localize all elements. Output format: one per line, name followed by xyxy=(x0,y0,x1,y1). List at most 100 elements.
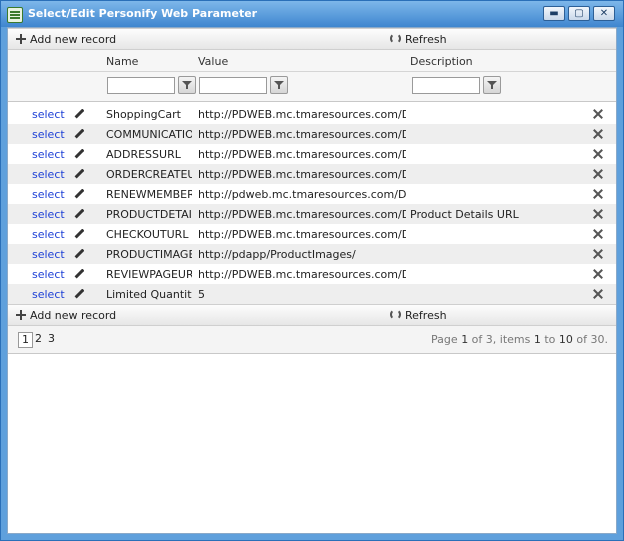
header-value[interactable]: Value xyxy=(198,55,228,68)
pager-of-label: of 3, items xyxy=(468,333,534,346)
select-link[interactable]: select xyxy=(32,288,65,301)
select-link[interactable]: select xyxy=(32,108,65,121)
row-value: http://PDWEB.mc.tmaresources.com/DEMO_O xyxy=(198,108,406,121)
row-name: REVIEWPAGEURL xyxy=(106,268,192,281)
pager-from: 1 xyxy=(533,333,541,346)
delete-x-icon[interactable] xyxy=(592,248,604,260)
grid-rows: select ShoppingCart http://PDWEB.mc.tmar… xyxy=(8,104,616,304)
delete-x-icon[interactable] xyxy=(592,148,604,160)
page-3-button[interactable]: 3 xyxy=(45,332,58,346)
select-link[interactable]: select xyxy=(32,208,65,221)
select-link[interactable]: select xyxy=(32,268,65,281)
value-filter-input[interactable] xyxy=(199,77,267,94)
row-name: ORDERCREATEURL xyxy=(106,168,192,181)
plus-icon xyxy=(16,310,26,320)
refresh-label: Refresh xyxy=(405,309,447,322)
edit-pencil-icon[interactable] xyxy=(74,209,84,219)
delete-x-icon[interactable] xyxy=(592,168,604,180)
row-value: http://pdapp/ProductImages/ xyxy=(198,248,356,261)
refresh-icon xyxy=(390,33,401,44)
delete-x-icon[interactable] xyxy=(592,288,604,300)
row-value: http://PDWEB.mc.tmaresources.com/DEMO_O xyxy=(198,168,406,181)
bottom-toolbar: Add new record Refresh xyxy=(8,304,616,326)
delete-x-icon[interactable] xyxy=(592,208,604,220)
plus-icon xyxy=(16,34,26,44)
table-row: select COMMUNICATION http://PDWEB.mc.tma… xyxy=(8,124,616,144)
maximize-button[interactable]: ▢ xyxy=(568,6,590,21)
refresh-button-bottom[interactable]: Refresh xyxy=(390,309,447,322)
row-name: ShoppingCart xyxy=(106,108,181,121)
table-row: select PRODUCTIMAGES http://pdapp/Produc… xyxy=(8,244,616,264)
add-record-button-top[interactable]: Add new record xyxy=(16,33,116,46)
minimize-button[interactable]: ▬ xyxy=(543,6,565,21)
select-link[interactable]: select xyxy=(32,248,65,261)
pager-to-label: to xyxy=(540,333,559,346)
dialog-window: Select/Edit Personify Web Parameter ▬ ▢ … xyxy=(0,0,624,541)
filter-row xyxy=(8,72,616,102)
delete-x-icon[interactable] xyxy=(592,128,604,140)
description-filter-icon[interactable] xyxy=(483,76,501,94)
window-title: Select/Edit Personify Web Parameter xyxy=(28,7,258,20)
close-button[interactable]: ✕ xyxy=(593,6,615,21)
row-value: http://PDWEB.mc.tmaresources.com/DEMO_O xyxy=(198,268,406,281)
table-row: select CHECKOUTURL http://PDWEB.mc.tmare… xyxy=(8,224,616,244)
description-filter-input[interactable] xyxy=(412,77,480,94)
page-1-button[interactable]: 1 xyxy=(18,332,33,348)
header-description[interactable]: Description xyxy=(410,55,473,68)
title-bar[interactable]: Select/Edit Personify Web Parameter ▬ ▢ … xyxy=(1,1,623,27)
table-row: select RENEWMEMBERSHI http://pdweb.mc.tm… xyxy=(8,184,616,204)
pager-total-label: of 30. xyxy=(572,333,608,346)
pager: 1 2 3 Page 1 of 3, items 1 to 10 of 30. xyxy=(8,326,616,354)
pager-page-label: Page xyxy=(431,333,462,346)
select-link[interactable]: select xyxy=(32,128,65,141)
table-row: select PRODUCTDETAILS http://PDWEB.mc.tm… xyxy=(8,204,616,224)
table-row: select ShoppingCart http://PDWEB.mc.tmar… xyxy=(8,104,616,124)
top-toolbar: Add new record Refresh xyxy=(8,28,616,50)
edit-pencil-icon[interactable] xyxy=(74,109,84,119)
delete-x-icon[interactable] xyxy=(592,268,604,280)
delete-x-icon[interactable] xyxy=(592,228,604,240)
refresh-icon xyxy=(390,309,401,320)
row-value: 5 xyxy=(198,288,205,301)
column-header: Name Value Description xyxy=(8,50,616,72)
edit-pencil-icon[interactable] xyxy=(74,229,84,239)
app-icon xyxy=(7,7,23,23)
edit-pencil-icon[interactable] xyxy=(74,189,84,199)
row-name: Limited Quantity xyxy=(106,288,192,301)
edit-pencil-icon[interactable] xyxy=(74,169,84,179)
table-row: select ORDERCREATEURL http://PDWEB.mc.tm… xyxy=(8,164,616,184)
row-name: RENEWMEMBERSHI xyxy=(106,188,192,201)
row-value: http://PDWEB.mc.tmaresources.com/DEMO_O xyxy=(198,228,406,241)
header-name[interactable]: Name xyxy=(106,55,138,68)
row-description: Product Details URL xyxy=(410,208,519,221)
row-name: PRODUCTIMAGES xyxy=(106,248,192,261)
value-filter-icon[interactable] xyxy=(270,76,288,94)
edit-pencil-icon[interactable] xyxy=(74,269,84,279)
edit-pencil-icon[interactable] xyxy=(74,149,84,159)
row-value: http://PDWEB.mc.tmaresources.com/DEMO_O xyxy=(198,128,406,141)
grid-panel: Add new record Refresh Name Value Descri… xyxy=(7,27,617,534)
delete-x-icon[interactable] xyxy=(592,108,604,120)
refresh-label: Refresh xyxy=(405,33,447,46)
add-record-button-bottom[interactable]: Add new record xyxy=(16,309,116,322)
add-record-label: Add new record xyxy=(30,309,117,322)
edit-pencil-icon[interactable] xyxy=(74,249,84,259)
row-name: ADDRESSURL xyxy=(106,148,181,161)
delete-x-icon[interactable] xyxy=(592,188,604,200)
select-link[interactable]: select xyxy=(32,228,65,241)
row-value: http://pdweb.mc.tmaresources.com/DEMO_OL xyxy=(198,188,406,201)
edit-pencil-icon[interactable] xyxy=(74,289,84,299)
row-value: http://PDWEB.mc.tmaresources.com/DEMO_O xyxy=(198,148,406,161)
name-filter-input[interactable] xyxy=(107,77,175,94)
row-name: COMMUNICATION xyxy=(106,128,192,141)
edit-pencil-icon[interactable] xyxy=(74,129,84,139)
refresh-button-top[interactable]: Refresh xyxy=(390,33,447,46)
table-row: select ADDRESSURL http://PDWEB.mc.tmares… xyxy=(8,144,616,164)
select-link[interactable]: select xyxy=(32,188,65,201)
select-link[interactable]: select xyxy=(32,168,65,181)
name-filter-icon[interactable] xyxy=(178,76,196,94)
row-name: PRODUCTDETAILS xyxy=(106,208,192,221)
select-link[interactable]: select xyxy=(32,148,65,161)
row-value: http://PDWEB.mc.tmaresources.com/DEMO_O xyxy=(198,208,406,221)
page-2-button[interactable]: 2 xyxy=(32,332,45,346)
